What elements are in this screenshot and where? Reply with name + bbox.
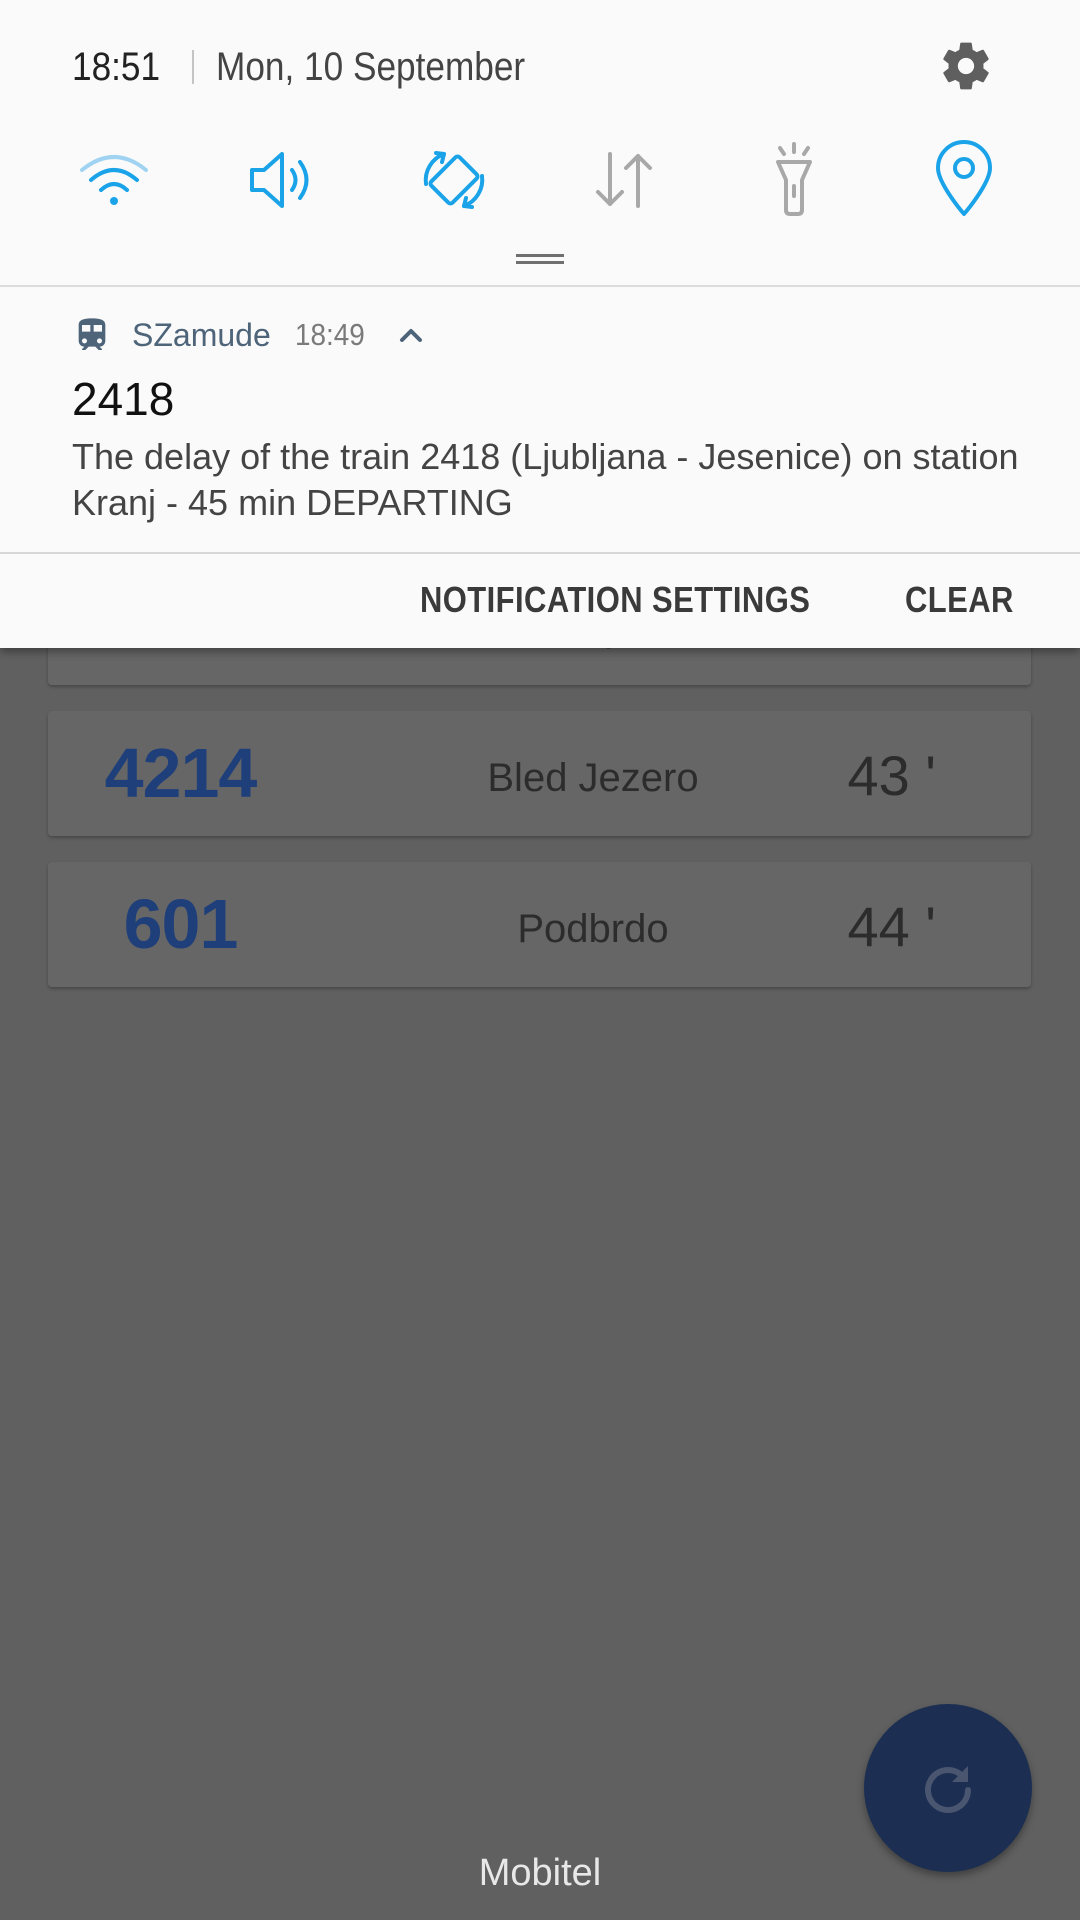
clear-button[interactable]: CLEAR [905, 575, 1014, 625]
train-number: 4214 [104, 734, 258, 812]
sound-icon[interactable] [244, 140, 324, 220]
status-time: 18:51 [72, 44, 161, 89]
flashlight-icon[interactable] [754, 140, 834, 220]
notification-shade: 18:51 Mon, 10 September SZamude 18:49 24… [0, 0, 1080, 648]
train-destination: Bled Jezero [487, 756, 699, 800]
status-row: 18:51 Mon, 10 September [72, 38, 567, 96]
notification-app-name: SZamude [132, 316, 271, 353]
train-icon [78, 318, 106, 350]
train-delay: 44 ' [847, 895, 936, 958]
notification-header: SZamude 18:49 [72, 310, 428, 360]
train-delay: 43 ' [847, 744, 936, 807]
train-destination: Podbrdo [517, 907, 669, 951]
settings-gear-icon[interactable] [938, 38, 994, 94]
divider [0, 285, 1080, 287]
screen: 2922 Celje 5 ' 4214 Bled Jezero 43 ' 601… [0, 0, 1080, 1920]
location-icon[interactable] [924, 140, 1004, 220]
refresh-icon [925, 1766, 971, 1813]
status-separator [192, 50, 194, 84]
mobile-data-icon[interactable] [584, 140, 664, 220]
train-number: 601 [123, 885, 239, 963]
train-card[interactable]: 4214 Bled Jezero 43 ' [48, 711, 1031, 836]
chevron-up-icon[interactable] [394, 318, 428, 352]
notification-text[interactable]: The delay of the train 2418 (Ljubljana -… [72, 434, 1032, 526]
refresh-button[interactable] [864, 1704, 1032, 1872]
notification-time: 18:49 [294, 317, 365, 352]
shade-drag-handle[interactable] [516, 254, 564, 264]
notification-settings-button[interactable]: NOTIFICATION SETTINGS [420, 575, 810, 625]
quick-settings-row [0, 140, 1080, 220]
train-card[interactable]: 601 Podbrdo 44 ' [48, 862, 1031, 987]
divider [0, 552, 1080, 554]
wifi-icon[interactable] [74, 140, 154, 220]
auto-rotate-icon[interactable] [414, 140, 494, 220]
status-date[interactable]: Mon, 10 September [216, 45, 525, 90]
notification-title[interactable]: 2418 [72, 372, 174, 426]
